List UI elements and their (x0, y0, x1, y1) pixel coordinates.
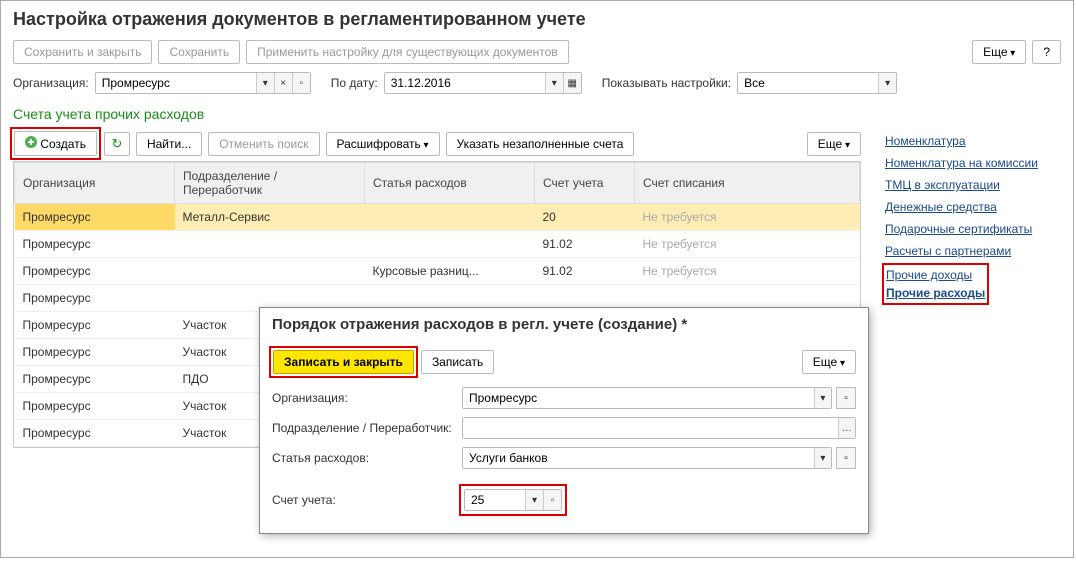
refresh-button[interactable] (104, 132, 130, 156)
cell-org[interactable]: Промресурс (15, 204, 175, 231)
cell-org[interactable]: Промресурс (15, 312, 175, 339)
col-dept[interactable]: Подразделение / Переработчик (175, 163, 365, 204)
show-select[interactable]: ▾ (737, 72, 897, 94)
dialog-org-dropdown-icon[interactable]: ▾ (814, 388, 831, 408)
cell-writeoff[interactable]: Не требуется (635, 231, 860, 258)
link-other-expenses[interactable]: Прочие расходы (886, 286, 985, 300)
cell-account[interactable]: 91.02 (535, 258, 635, 285)
cell-org[interactable]: Промресурс (15, 420, 175, 447)
top-toolbar: Сохранить и закрыть Сохранить Применить … (1, 36, 1073, 68)
add-icon (25, 136, 37, 148)
org-select[interactable]: ▾ × ▫ (95, 72, 311, 94)
org-open-icon[interactable]: ▫ (292, 73, 310, 93)
col-account[interactable]: Счет учета (535, 163, 635, 204)
cell-article[interactable]: Курсовые разниц... (365, 258, 535, 285)
dialog-more-button[interactable]: Еще (802, 350, 856, 374)
dialog-account-field[interactable]: ▾ ▫ (464, 489, 562, 511)
refresh-icon (112, 136, 123, 152)
dialog-dept-input[interactable] (463, 418, 838, 438)
link-cash[interactable]: Денежные средства (885, 200, 1061, 214)
dialog-org-field[interactable]: ▾ (462, 387, 832, 409)
dialog-article-open-icon[interactable]: ▫ (836, 447, 856, 469)
cell-org[interactable]: Промресурс (15, 285, 175, 312)
main-window: Настройка отражения документов в регламе… (0, 0, 1074, 558)
link-partners[interactable]: Расчеты с партнерами (885, 244, 1061, 258)
decode-button[interactable]: Расшифровать (326, 132, 440, 156)
cell-org[interactable]: Промресурс (15, 339, 175, 366)
cell-dept[interactable] (175, 231, 365, 258)
table-row[interactable]: Промресурс Курсовые разниц...91.02Не треб… (15, 258, 860, 285)
help-button[interactable]: ? (1032, 40, 1061, 64)
cell-dept[interactable] (175, 258, 365, 285)
dialog-title: Порядок отражения расходов в регл. учете… (260, 308, 868, 341)
col-org[interactable]: Организация (15, 163, 175, 204)
link-commission[interactable]: Номенклатура на комиссии (885, 156, 1061, 170)
cell-dept[interactable]: Металл-Сервис (175, 204, 365, 231)
section-title: Счета учета прочих расходов (1, 98, 1073, 126)
show-label: Показывать настройки: (602, 76, 731, 90)
save-button[interactable]: Сохранить (158, 40, 240, 64)
cell-writeoff[interactable]: Не требуется (635, 204, 860, 231)
dialog-dept-more-icon[interactable]: … (838, 418, 855, 438)
link-nomenclature[interactable]: Номенклатура (885, 134, 1061, 148)
org-clear-icon[interactable]: × (274, 73, 292, 93)
apply-settings-button[interactable]: Применить настройку для существующих док… (246, 40, 569, 64)
dialog-article-dropdown-icon[interactable]: ▾ (814, 448, 831, 468)
dialog-write-close-button[interactable]: Записать и закрыть (273, 350, 414, 374)
dialog-article-input[interactable] (463, 448, 814, 468)
create-button[interactable]: Создать (14, 131, 97, 156)
date-calendar-icon[interactable]: ▦ (563, 73, 581, 93)
cell-org[interactable]: Промресурс (15, 258, 175, 285)
table-row[interactable]: ПромресурсМеталл-Сервис 20Не требуется (15, 204, 860, 231)
dialog-account-label: Счет учета: (272, 493, 462, 507)
dialog-write-button[interactable]: Записать (421, 350, 494, 374)
show-dropdown-icon[interactable]: ▾ (878, 73, 896, 93)
link-gift[interactable]: Подарочные сертификаты (885, 222, 1061, 236)
page-title: Настройка отражения документов в регламе… (1, 1, 1073, 36)
cell-org[interactable]: Промресурс (15, 231, 175, 258)
org-input[interactable] (96, 73, 256, 93)
filter-row: Организация: ▾ × ▫ По дату: ▾ ▦ Показыва… (1, 68, 1073, 98)
dialog-article-field[interactable]: ▾ (462, 447, 832, 469)
col-article[interactable]: Статья расходов (365, 163, 535, 204)
cell-article[interactable] (365, 231, 535, 258)
grid-toolbar: Создать Найти... Отменить поиск Расшифро… (13, 126, 861, 161)
dialog-account-dropdown-icon[interactable]: ▾ (525, 490, 543, 510)
dialog-account-input[interactable] (465, 490, 525, 510)
dialog-dept-label: Подразделение / Переработчик: (272, 421, 462, 435)
more-button[interactable]: Еще (972, 40, 1026, 64)
cell-org[interactable]: Промресурс (15, 366, 175, 393)
show-empty-button[interactable]: Указать незаполненные счета (446, 132, 635, 156)
link-other-income[interactable]: Прочие доходы (886, 268, 985, 282)
table-row[interactable]: Промресурс 91.02Не требуется (15, 231, 860, 258)
org-label: Организация: (13, 76, 89, 90)
link-tmc[interactable]: ТМЦ в эксплуатации (885, 178, 1061, 192)
dialog-org-open-icon[interactable]: ▫ (836, 387, 856, 409)
cell-writeoff[interactable]: Не требуется (635, 258, 860, 285)
date-label: По дату: (331, 76, 378, 90)
show-input[interactable] (738, 73, 878, 93)
dialog-dept-field[interactable]: … (462, 417, 856, 439)
dialog-org-label: Организация: (272, 391, 462, 405)
date-dropdown-icon[interactable]: ▾ (545, 73, 563, 93)
cell-org[interactable]: Промресурс (15, 393, 175, 420)
cancel-search-button[interactable]: Отменить поиск (208, 132, 319, 156)
cell-account[interactable]: 91.02 (535, 231, 635, 258)
grid-more-button[interactable]: Еще (807, 132, 861, 156)
save-close-button[interactable]: Сохранить и закрыть (13, 40, 152, 64)
dialog-article-label: Статья расходов: (272, 451, 462, 465)
create-dialog: Порядок отражения расходов в регл. учете… (259, 307, 869, 534)
date-field[interactable]: ▾ ▦ (384, 72, 582, 94)
cell-article[interactable] (365, 204, 535, 231)
cell-account[interactable]: 20 (535, 204, 635, 231)
side-links: Номенклатура Номенклатура на комиссии ТМ… (873, 126, 1073, 448)
dialog-account-open-icon[interactable]: ▫ (543, 490, 561, 510)
find-button[interactable]: Найти... (136, 132, 202, 156)
org-dropdown-icon[interactable]: ▾ (256, 73, 274, 93)
dialog-org-input[interactable] (463, 388, 814, 408)
col-writeoff[interactable]: Счет списания (635, 163, 860, 204)
date-input[interactable] (385, 73, 545, 93)
